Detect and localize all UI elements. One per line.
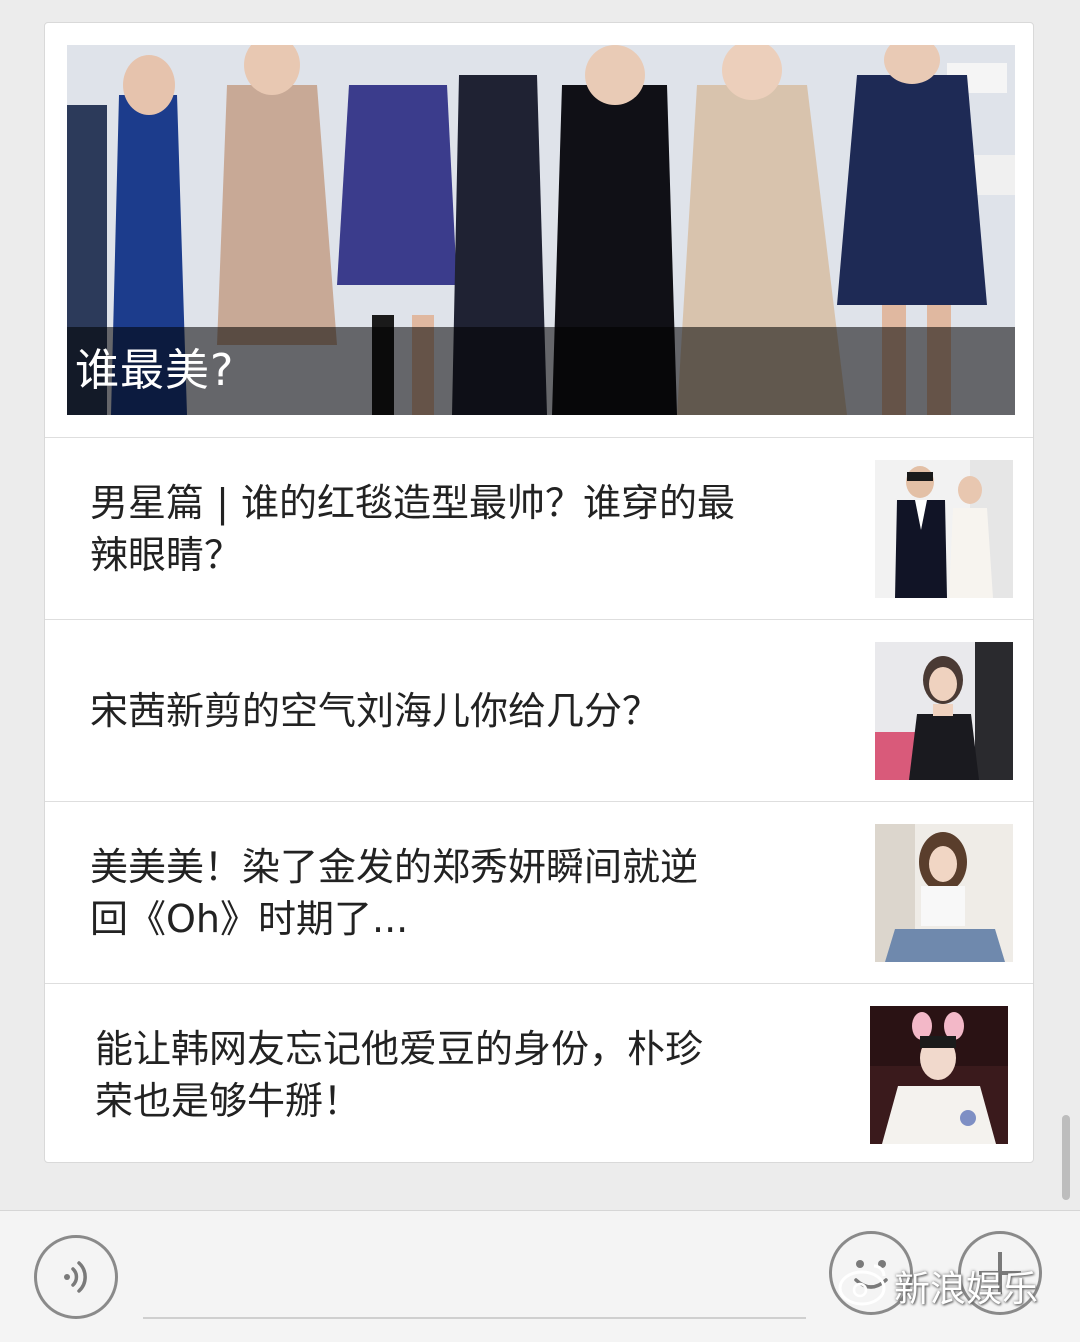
article-title: 能让韩网友忘记他爱豆的身份，朴珍 荣也是够牛掰！ [95,984,845,1162]
article-list-card: 谁最美? 男星篇 | 谁的红毯造型最帅？谁穿的最 辣眼睛？ 宋茜新剪的空气刘海儿… [44,22,1034,1163]
hero-title: 谁最美? [75,345,235,396]
watermark-text: 新浪娱乐 [894,1269,1039,1310]
article-title-line: 辣眼睛？ [90,532,243,577]
article-row[interactable]: 美美美！染了金发的郑秀妍瞬间就逆 回《Oh》时期了... [45,801,1033,983]
article-title: 宋茜新剪的空气刘海儿你给几分？ [90,620,840,801]
article-row[interactable]: 男星篇 | 谁的红毯造型最帅？谁穿的最 辣眼睛？ [45,437,1033,619]
article-title-line: 能让韩网友忘记他爱豆的身份，朴珍 [95,1026,704,1071]
article-thumbnail [870,1006,1008,1144]
hero-article[interactable]: 谁最美? [67,45,1015,415]
scrollbar[interactable] [1062,1115,1070,1200]
weibo-logo-icon [838,1264,886,1306]
article-row[interactable]: 能让韩网友忘记他爱豆的身份，朴珍 荣也是够牛掰！ [45,983,1033,1162]
article-title: 男星篇 | 谁的红毯造型最帅？谁穿的最 辣眼睛？ [90,438,840,619]
article-title-line: 美美美！染了金发的郑秀妍瞬间就逆 [90,844,699,889]
article-title-line: 回《Oh》时期了... [90,896,409,941]
article-thumbnail [875,642,1013,780]
article-row[interactable]: 宋茜新剪的空气刘海儿你给几分？ [45,619,1033,801]
message-input[interactable] [143,1317,806,1319]
article-title-line: 男星篇 | 谁的红毯造型最帅？谁穿的最 [90,480,735,525]
watermark: 新浪娱乐 [830,1250,1060,1314]
voice-input-button[interactable] [34,1235,118,1319]
article-title: 美美美！染了金发的郑秀妍瞬间就逆 回《Oh》时期了... [90,802,840,983]
article-title-line: 荣也是够牛掰！ [95,1078,362,1123]
article-thumbnail [875,460,1013,598]
article-thumbnail [875,824,1013,962]
article-title-line: 宋茜新剪的空气刘海儿你给几分？ [90,688,661,733]
voice-icon [64,1261,87,1293]
hero-caption-bar: 谁最美? [67,327,1015,415]
